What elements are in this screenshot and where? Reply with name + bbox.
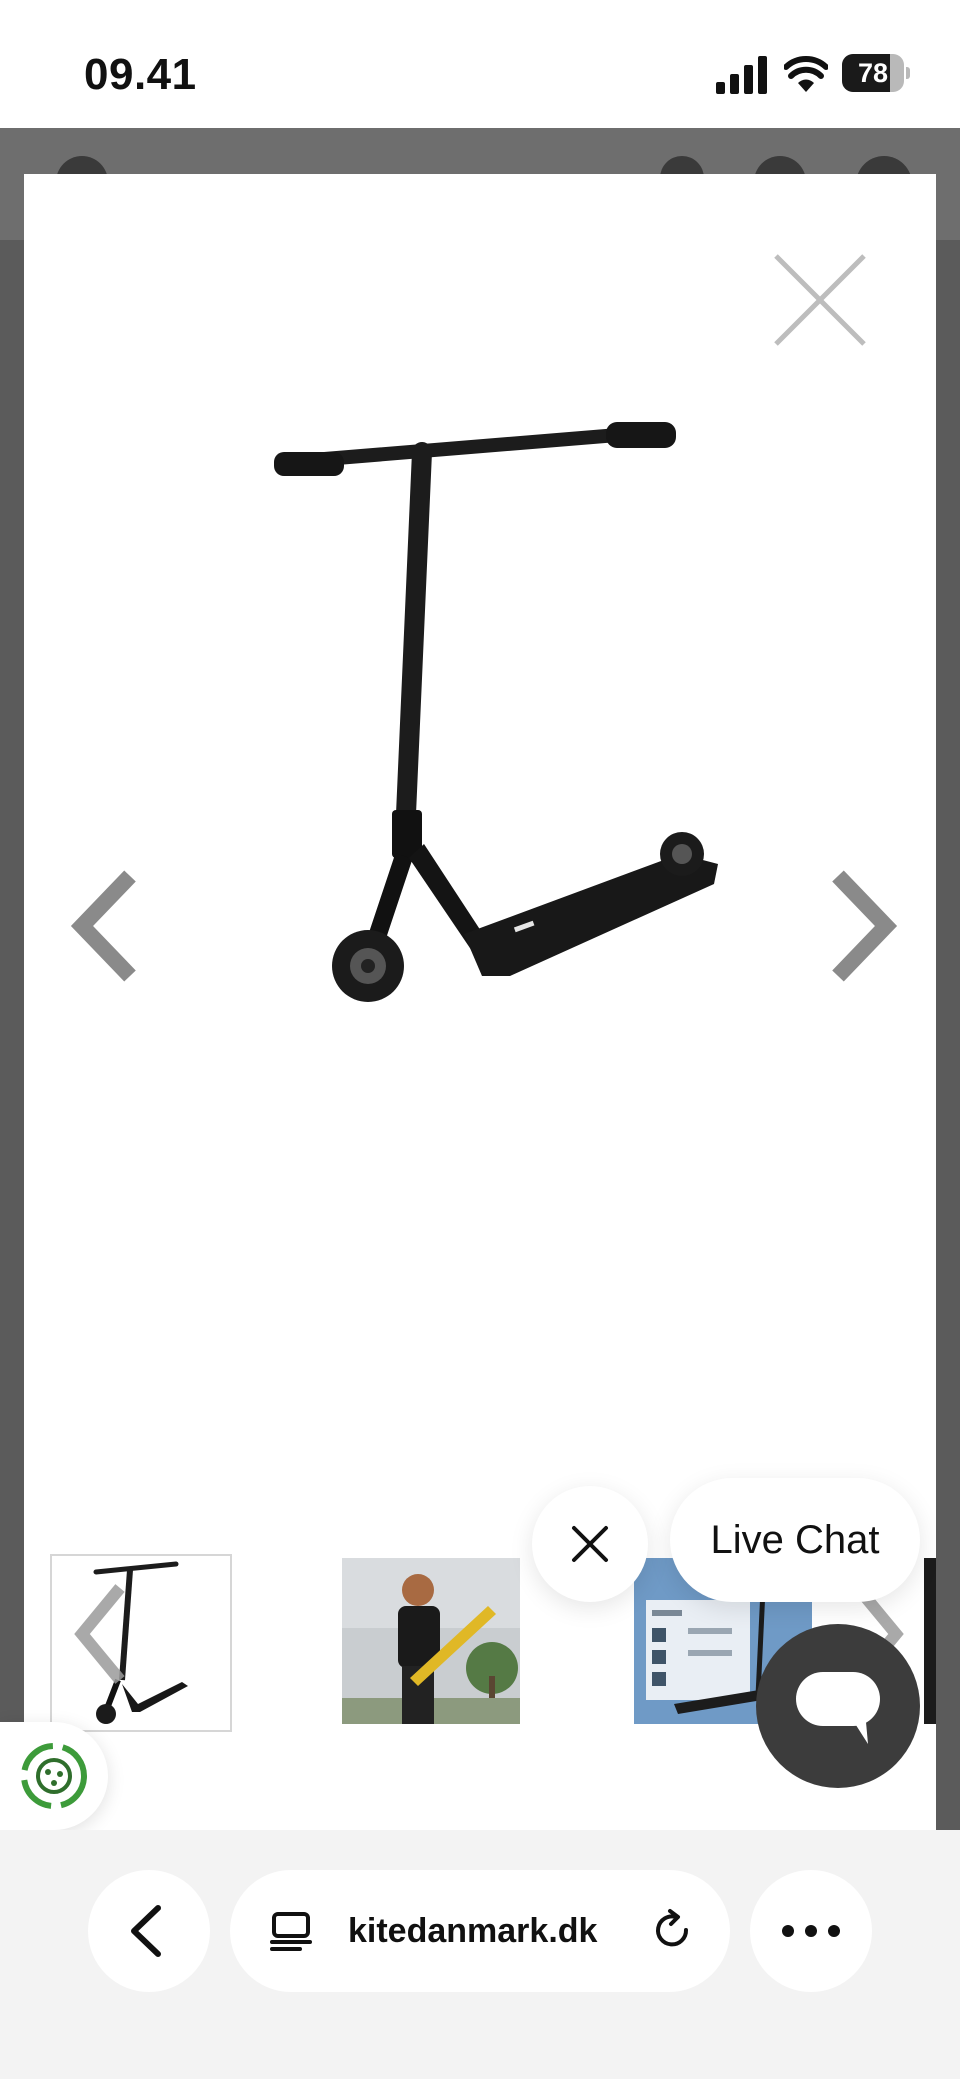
thumbnail-more[interactable] xyxy=(924,1558,936,1724)
more-button[interactable] xyxy=(750,1870,872,1992)
browser-toolbar: kitedanmark.dk xyxy=(0,1830,960,2079)
reader-mode-icon[interactable] xyxy=(268,1908,314,1954)
chevron-right-icon[interactable] xyxy=(812,856,908,996)
chat-bubble-icon xyxy=(796,1672,880,1744)
cellular-signal-icon xyxy=(716,56,767,94)
thumbnail-rider-image xyxy=(342,1558,520,1724)
chevron-left-icon[interactable] xyxy=(68,1574,138,1694)
more-icon xyxy=(782,1925,840,1937)
close-icon xyxy=(572,1526,608,1562)
chevron-left-icon[interactable] xyxy=(60,856,156,996)
status-bar: 09.41 78 xyxy=(0,0,960,128)
cookie-consent-icon xyxy=(21,1743,87,1809)
address-bar[interactable]: kitedanmark.dk xyxy=(230,1870,730,1992)
chat-dismiss-button[interactable] xyxy=(532,1486,648,1602)
close-icon[interactable] xyxy=(764,244,876,356)
live-chat-button[interactable] xyxy=(756,1624,920,1788)
battery-level: 78 xyxy=(857,58,889,88)
back-button[interactable] xyxy=(88,1870,210,1992)
status-time: 09.41 xyxy=(84,50,197,99)
live-chat-label[interactable]: Live Chat xyxy=(670,1478,920,1602)
reload-icon[interactable] xyxy=(650,1908,696,1954)
battery-indicator: 78 xyxy=(842,54,910,94)
chevron-left-icon xyxy=(131,1905,161,1957)
url-text: kitedanmark.dk xyxy=(348,1912,598,1950)
cookie-consent-button[interactable] xyxy=(0,1722,108,1830)
product-image-scooter xyxy=(274,422,718,1002)
thumbnail-rider[interactable] xyxy=(342,1558,520,1724)
wifi-icon xyxy=(784,56,828,92)
